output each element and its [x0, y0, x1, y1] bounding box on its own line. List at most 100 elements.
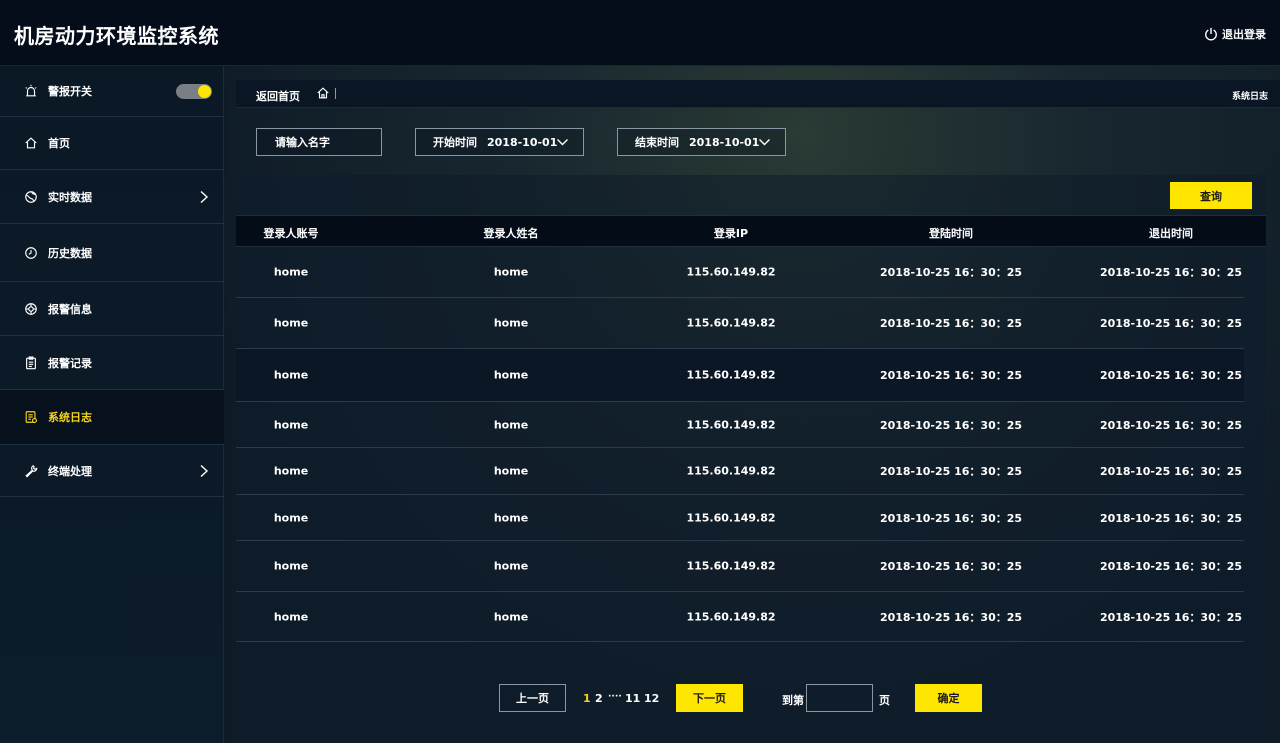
logout-label: 退出登录: [1222, 28, 1266, 41]
goto-page-input[interactable]: [806, 684, 873, 712]
table-cell: home: [273, 265, 309, 279]
main-content: 返回首页 系统日志 开始时间 2018-10-01 结束时间 2018-10-0…: [225, 66, 1280, 743]
table-cell: home: [493, 511, 529, 524]
table-cell: home: [493, 464, 529, 478]
table-cell: home: [493, 610, 529, 623]
table-cell: 2018-10-25 16：30：25: [879, 610, 1023, 624]
table-row: home home 115.60.149.82 2018-10-25 16：30…: [236, 349, 1244, 402]
table-cell: 115.60.149.82: [686, 316, 776, 330]
clock-icon: [24, 246, 38, 260]
table-cell: home: [493, 265, 529, 279]
start-date-value: 2018-10-01: [487, 135, 558, 149]
table-cell: home: [273, 610, 309, 623]
query-button[interactable]: 查询: [1170, 182, 1252, 209]
table-cell: 2018-10-25 16：30：25: [879, 511, 1023, 525]
table-cell: 115.60.149.82: [686, 418, 776, 431]
column-header: 退出时间: [1149, 227, 1193, 240]
table-row: home home 115.60.149.82 2018-10-25 16：30…: [236, 448, 1244, 495]
end-date-picker[interactable]: 结束时间 2018-10-01: [617, 128, 786, 156]
end-date-value: 2018-10-01: [689, 135, 760, 149]
alarm-toggle[interactable]: [176, 83, 212, 99]
sidebar-item-home[interactable]: 首页: [0, 117, 224, 170]
log-panel: 查询 登录人账号 登录人姓名 登录IP 登陆时间 退出时间 home home …: [236, 175, 1266, 743]
table-row: home home 115.60.149.82 2018-10-25 16：30…: [236, 402, 1244, 448]
table-cell: 2018-10-25 16：30：25: [879, 369, 1023, 382]
breadcrumb-current: 系统日志: [1231, 92, 1268, 102]
name-search-input[interactable]: [256, 128, 382, 156]
table-cell: home: [493, 418, 529, 431]
table-row: home home 115.60.149.82 2018-10-25 16：30…: [236, 247, 1244, 298]
table-cell: 115.60.149.82: [686, 265, 776, 279]
table-cell: 2018-10-25 16：30：25: [879, 560, 1023, 573]
page-number[interactable]: 2: [595, 692, 603, 705]
sidebar-item-alarm-records[interactable]: 报警记录: [0, 336, 224, 390]
sidebar: 警报开关 首页 实时数据 历史数据 报警信息 报警记录 系统日志 终端处理: [0, 66, 224, 743]
sidebar-item-label: 报警信息: [48, 302, 92, 316]
sidebar-item-label: 系统日志: [48, 411, 92, 424]
breadcrumb: 返回首页 系统日志: [236, 80, 1280, 108]
table-cell: 2018-10-25 16：30：25: [1099, 266, 1243, 279]
siren-icon: [24, 84, 38, 98]
table-cell: 2018-10-25 16：30：25: [879, 317, 1023, 330]
app-title: 机房动力环境监控系统: [14, 24, 219, 48]
page-unit-label: 页: [879, 694, 890, 707]
sidebar-item-system-log[interactable]: 系统日志: [0, 390, 224, 445]
home-icon[interactable]: [316, 86, 330, 100]
table-cell: 2018-10-25 16：30：25: [1099, 369, 1243, 382]
table-cell: 2018-10-25 16：30：25: [1099, 610, 1243, 624]
column-header: 登录人账号: [263, 227, 319, 240]
table-cell: home: [493, 368, 529, 382]
sidebar-item-label: 首页: [48, 137, 70, 150]
table-cell: 2018-10-25 16：30：25: [1099, 560, 1243, 573]
alarm-switch-label: 警报开关: [48, 85, 92, 98]
chevron-down-icon: [557, 139, 568, 146]
page-number[interactable]: 1: [583, 692, 591, 705]
sidebar-item-terminal[interactable]: 终端处理: [0, 445, 224, 497]
power-icon: [1205, 27, 1217, 41]
end-date-label: 结束时间: [635, 136, 679, 149]
table-cell: 2018-10-25 16：30：25: [1099, 465, 1243, 478]
back-home-link[interactable]: 返回首页: [256, 88, 300, 104]
wrench-icon: [24, 464, 38, 478]
home-icon: [24, 136, 38, 150]
table-cell: 2018-10-25 16：30：25: [1099, 418, 1243, 432]
logout-button[interactable]: 退出登录: [1204, 26, 1266, 42]
table-cell: home: [273, 511, 309, 524]
table-cell: 115.60.149.82: [686, 464, 776, 478]
table-cell: home: [493, 559, 529, 573]
column-header: 登录人姓名: [483, 227, 539, 240]
table-cell: 2018-10-25 16：30：25: [879, 266, 1023, 279]
table-row: home home 115.60.149.82 2018-10-25 16：30…: [236, 298, 1244, 349]
table-cell: home: [273, 418, 309, 431]
sidebar-item-label: 报警记录: [48, 356, 92, 370]
sidebar-alarm-switch: 警报开关: [0, 66, 224, 117]
table-cell: 115.60.149.82: [686, 511, 776, 524]
start-date-picker[interactable]: 开始时间 2018-10-01: [415, 128, 584, 156]
next-page-button[interactable]: 下一页: [676, 684, 743, 712]
sidebar-item-alarm-info[interactable]: 报警信息: [0, 282, 224, 336]
table-row: home home 115.60.149.82 2018-10-25 16：30…: [236, 495, 1244, 541]
table-cell: home: [273, 464, 309, 478]
column-header: 登陆时间: [929, 227, 973, 240]
page-number[interactable]: 11: [625, 692, 640, 705]
prev-page-button[interactable]: 上一页: [499, 684, 566, 712]
table-cell: 115.60.149.82: [686, 610, 776, 623]
table-cell: home: [273, 316, 309, 330]
table-cell: 2018-10-25 16：30：25: [879, 465, 1023, 478]
table-cell: 115.60.149.82: [686, 559, 776, 573]
confirm-goto-button[interactable]: 确定: [915, 684, 982, 712]
alarm-info-icon: [24, 302, 38, 316]
top-header: 机房动力环境监控系统 退出登录: [0, 0, 1280, 66]
breadcrumb-divider: [335, 88, 336, 99]
table-cell: 2018-10-25 16：30：25: [1099, 511, 1243, 525]
table-row: home home 115.60.149.82 2018-10-25 16：30…: [236, 592, 1244, 642]
column-header: 登录IP: [713, 227, 749, 240]
sidebar-item-realtime[interactable]: 实时数据: [0, 170, 224, 224]
page-number[interactable]: 12: [644, 692, 659, 705]
sidebar-item-label: 历史数据: [48, 246, 92, 260]
sidebar-item-history[interactable]: 历史数据: [0, 224, 224, 282]
start-date-label: 开始时间: [433, 136, 477, 149]
clipboard-icon: [24, 355, 38, 370]
table-cell: home: [493, 316, 529, 330]
table-cell: 115.60.149.82: [686, 368, 776, 382]
